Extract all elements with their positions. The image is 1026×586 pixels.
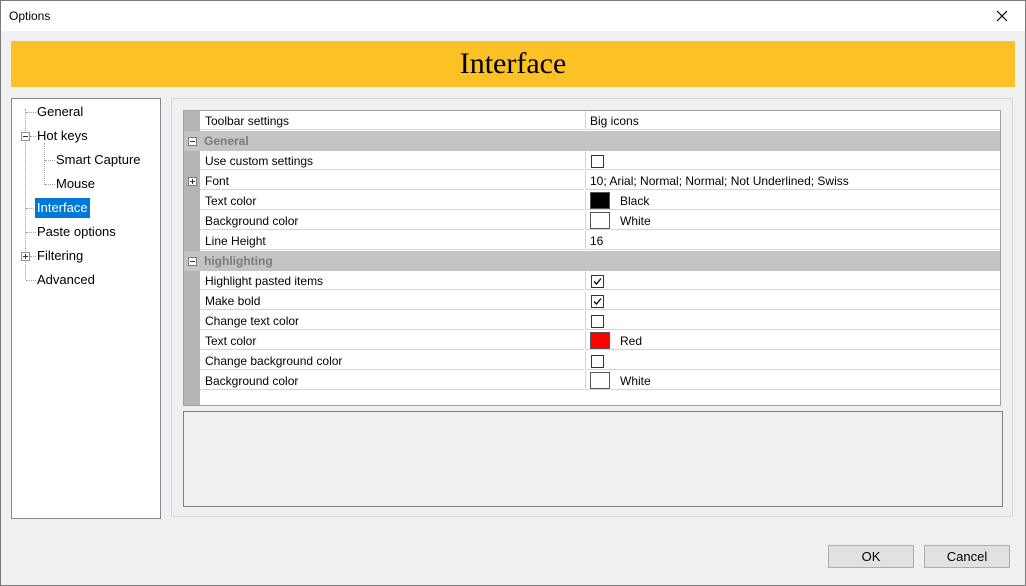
checkbox-unchecked[interactable] <box>591 155 604 168</box>
color-swatch[interactable] <box>590 372 610 389</box>
property-value[interactable]: White <box>585 211 1000 230</box>
property-name: Change background color <box>200 351 584 370</box>
property-value[interactable] <box>585 291 1000 310</box>
property-name: Use custom settings <box>200 151 584 170</box>
checkbox-checked[interactable] <box>591 295 604 308</box>
color-swatch[interactable] <box>590 192 610 209</box>
property-value[interactable]: 10; Arial; Normal; Normal; Not Underline… <box>585 171 1000 190</box>
close-icon <box>996 10 1008 22</box>
color-swatch[interactable] <box>590 332 610 349</box>
category-label: General <box>204 134 249 148</box>
tree-line <box>44 143 45 185</box>
grid-row-make-bold[interactable]: Make bold <box>184 291 1000 311</box>
tree-item-paste-options[interactable]: Paste options <box>35 222 118 242</box>
property-name: Background color <box>200 211 584 230</box>
tree-line <box>26 208 34 209</box>
checkbox-unchecked[interactable] <box>591 315 604 328</box>
check-icon <box>593 298 602 305</box>
property-value[interactable]: White <box>585 371 1000 390</box>
property-name: Line Height <box>200 231 584 250</box>
checkbox-checked[interactable] <box>591 275 604 288</box>
tree-item-hot-keys[interactable]: Hot keys <box>35 126 90 146</box>
property-value[interactable]: Red <box>585 331 1000 350</box>
expand-icon[interactable] <box>21 252 30 261</box>
property-name: Change text color <box>200 311 584 330</box>
property-value[interactable] <box>585 311 1000 330</box>
tree-item-mouse[interactable]: Mouse <box>54 174 97 194</box>
window-title: Options <box>9 9 51 23</box>
checkbox-unchecked[interactable] <box>591 355 604 368</box>
category-general[interactable]: General <box>184 131 1000 151</box>
check-icon <box>593 278 602 285</box>
property-name: Background color <box>200 371 584 390</box>
banner-title: Interface <box>459 47 567 80</box>
tree-item-general[interactable]: General <box>35 102 85 122</box>
property-value[interactable] <box>585 151 1000 170</box>
tree-item-filtering[interactable]: Filtering <box>35 246 85 266</box>
property-value[interactable] <box>585 351 1000 370</box>
tree-item-advanced[interactable]: Advanced <box>35 270 97 290</box>
cancel-button[interactable]: Cancel <box>924 545 1010 568</box>
close-button[interactable] <box>979 1 1025 31</box>
color-name: White <box>620 214 651 228</box>
color-swatch[interactable] <box>590 212 610 229</box>
category-highlighting[interactable]: highlighting <box>184 251 1000 271</box>
grid-row-use-custom-settings[interactable]: Use custom settings <box>184 151 1000 171</box>
property-name: Highlight pasted items <box>200 271 584 290</box>
property-value[interactable]: 16 <box>585 231 1000 250</box>
ok-button[interactable]: OK <box>828 545 914 568</box>
grid-row-highlight-text-color[interactable]: Text color Red <box>184 331 1000 351</box>
property-value[interactable] <box>585 271 1000 290</box>
tree-item-interface[interactable]: Interface <box>35 198 90 218</box>
options-tree[interactable]: General Hot keys Smart Capture Mouse Int… <box>11 98 161 519</box>
grid-row-change-text-color[interactable]: Change text color <box>184 311 1000 331</box>
grid-row-highlight-pasted-items[interactable]: Highlight pasted items <box>184 271 1000 291</box>
expand-icon[interactable] <box>188 177 197 186</box>
grid-row-change-background-color[interactable]: Change background color <box>184 351 1000 371</box>
description-box <box>183 411 1003 507</box>
property-name: Text color <box>200 331 584 350</box>
grid-row-line-height[interactable]: Line Height 16 <box>184 231 1000 251</box>
section-banner: Interface <box>11 41 1015 87</box>
collapse-icon[interactable] <box>21 132 30 141</box>
category-label: highlighting <box>204 254 273 268</box>
title-bar: Options <box>1 1 1025 31</box>
property-name: Text color <box>200 191 584 210</box>
property-value[interactable]: Big icons <box>585 111 1000 130</box>
tree-item-smart-capture[interactable]: Smart Capture <box>54 150 143 170</box>
property-grid[interactable]: Toolbar settings Big icons General Use c… <box>183 110 1001 406</box>
grid-row-toolbar-settings[interactable]: Toolbar settings Big icons <box>184 111 1000 131</box>
grid-row-text-color[interactable]: Text color Black <box>184 191 1000 211</box>
color-name: White <box>620 374 651 388</box>
color-name: Black <box>620 194 650 208</box>
property-name: Toolbar settings <box>200 111 584 130</box>
grid-row-background-color[interactable]: Background color White <box>184 211 1000 231</box>
property-value[interactable]: Black <box>585 191 1000 210</box>
color-name: Red <box>620 334 643 348</box>
collapse-icon[interactable] <box>188 137 197 146</box>
grid-row-highlight-background-color[interactable]: Background color White <box>184 371 1000 391</box>
property-name: Font <box>200 171 584 190</box>
grid-row-font[interactable]: Font 10; Arial; Normal; Normal; Not Unde… <box>184 171 1000 191</box>
collapse-icon[interactable] <box>188 257 197 266</box>
property-name: Make bold <box>200 291 584 310</box>
